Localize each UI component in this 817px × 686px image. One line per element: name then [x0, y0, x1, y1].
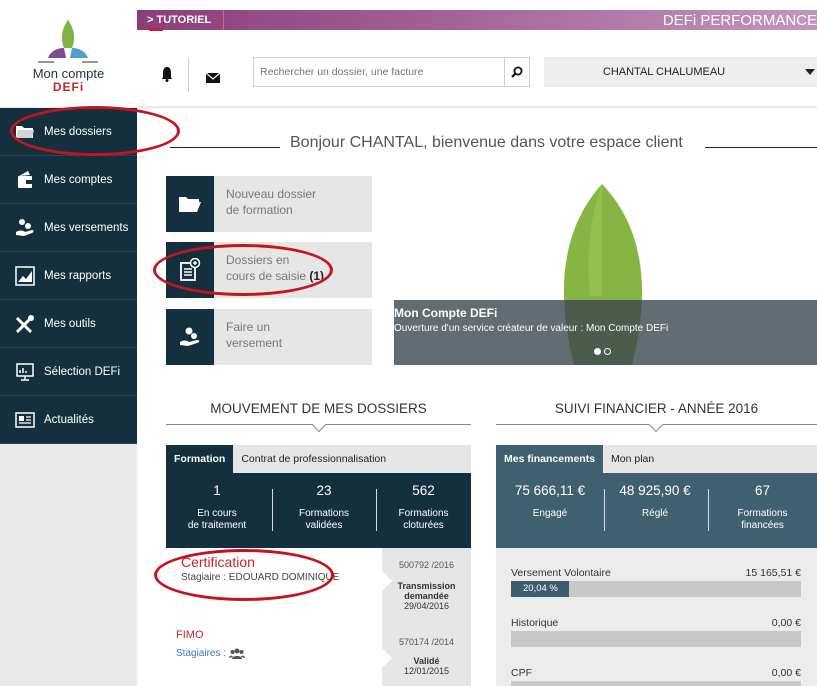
finance-amount: 0,00 €	[771, 617, 801, 629]
tab-formation[interactable]: Formation	[166, 445, 234, 473]
logo[interactable]: Mon compte DEFi	[0, 0, 137, 107]
header-divider	[188, 58, 189, 92]
mail-icon[interactable]	[205, 70, 221, 88]
news-carousel[interactable]: Mon Compte DEFi Ouverture d'un service c…	[394, 176, 817, 365]
document-add-icon	[166, 242, 214, 298]
dossiers-section-notch	[311, 417, 327, 433]
dossiers-stats: 1 En cours de traitement 23 Formations val…	[166, 473, 471, 548]
user-name: CHANTAL CHALUMEAU	[602, 66, 726, 78]
progress-bar	[511, 681, 801, 686]
chart-icon	[14, 265, 36, 287]
dossier-title[interactable]: FIMO	[176, 629, 204, 641]
hand-coins-icon	[166, 309, 214, 365]
search-icon	[511, 66, 523, 78]
banner-subtitle: Ouverture d'un service créateur de valeu…	[394, 323, 669, 334]
dossier-status: Transmission demandée 29/04/2016	[397, 581, 456, 611]
sidebar-menu: Mes dossiers Mes comptes Mes versements …	[0, 108, 137, 444]
finance-amount: 0,00 €	[771, 667, 801, 679]
stat-cloturees[interactable]: 562 Formations cloturées	[376, 473, 471, 548]
dossiers-en-cours-tile[interactable]: Dossiers en cours de saisie (1)	[166, 242, 372, 298]
carousel-dot[interactable]	[604, 348, 611, 355]
tile-label: Dossiers en cours de saisie (1)	[226, 253, 325, 283]
progress-bar: 20,04 %	[511, 581, 801, 597]
search-button[interactable]	[504, 57, 530, 87]
dossier-trainee: Stagiaire : EDOUARD DOMINIQUE	[181, 572, 340, 583]
tools-icon	[14, 313, 36, 335]
tile-label: Faire un versement	[226, 320, 283, 350]
finance-row-versement: Versement Volontaire 15 165,51 €	[511, 567, 801, 579]
logo-subtitle: DEFi	[52, 80, 85, 94]
tab-mes-financements[interactable]: Mes financements	[496, 445, 604, 473]
top-band: > TUTORIEL DEFi PERFORMANCE	[137, 10, 817, 31]
tab-mon-plan[interactable]: Mon plan	[603, 445, 662, 473]
search-input[interactable]	[253, 57, 505, 87]
sidebar-item-actualites[interactable]: Actualités	[0, 396, 137, 444]
sidebar-item-label: Mes rapports	[44, 269, 112, 282]
banner-title: Mon Compte DEFi	[394, 306, 498, 320]
dossier-status: Validé 12/01/2015	[403, 656, 450, 676]
finance-row-cpf: CPF 0,00 €	[511, 667, 801, 679]
presentation-icon	[14, 361, 36, 383]
sidebar-item-label: Actualités	[44, 413, 94, 426]
sidebar-item-label: Mes versements	[44, 221, 129, 234]
chevron-down-icon	[805, 69, 815, 75]
folder-open-icon	[166, 176, 214, 232]
sidebar-item-selection-defi[interactable]: Sélection DEFi	[0, 348, 137, 396]
sidebar: Mon compte DEFi Mes dossiers Mes comptes…	[0, 0, 137, 686]
logo-title: Mon compte	[32, 66, 105, 81]
dossier-trainee: Stagiaires :	[176, 648, 246, 659]
new-dossier-tile[interactable]: Nouveau dossier de formation	[166, 176, 372, 232]
folder-icon	[14, 121, 36, 143]
dossiers-section-title: MOUVEMENT DE MES DOSSIERS	[210, 401, 427, 416]
brand-title: DEFi PERFORMANCE	[662, 12, 817, 29]
dossier-title[interactable]: Certification	[181, 554, 255, 570]
tutorial-underline	[149, 28, 163, 31]
dossier-reference: 500792 /2016	[398, 560, 455, 570]
tab-contrat-pro[interactable]: Contrat de professionnalisation	[233, 445, 394, 473]
users-icon[interactable]	[229, 648, 246, 659]
banner-caption: Mon Compte DEFi Ouverture d'un service c…	[394, 300, 817, 365]
welcome-rule-left	[170, 147, 280, 148]
dossier-reference: 570174 /2014	[398, 637, 455, 647]
sidebar-item-mes-rapports[interactable]: Mes rapports	[0, 252, 137, 300]
logo-mark-icon	[38, 20, 98, 63]
finance-tabs: Mes financements Mon plan	[496, 445, 662, 473]
stat-en-cours[interactable]: 1 En cours de traitement	[166, 473, 268, 548]
stat-validees[interactable]: 23 Formations validées	[272, 473, 376, 548]
welcome-rule-right	[705, 147, 817, 148]
sidebar-item-mes-dossiers[interactable]: Mes dossiers	[0, 108, 137, 156]
carousel-dot-active[interactable]	[594, 348, 601, 355]
sidebar-item-mes-versements[interactable]: Mes versements	[0, 204, 137, 252]
newspaper-icon	[14, 409, 36, 431]
sidebar-item-label: Mes dossiers	[44, 125, 112, 138]
wallet-icon	[14, 169, 36, 191]
header-shadow	[137, 106, 817, 110]
welcome-message: Bonjour CHANTAL, bienvenue dans votre es…	[290, 134, 683, 151]
stat-regle[interactable]: 48 925,90 € Réglé	[604, 473, 706, 548]
stat-engage[interactable]: 75 666,11 € Engagé	[496, 473, 604, 548]
finance-section-title: SUIVI FINANCIER - ANNÉE 2016	[554, 401, 759, 416]
sidebar-item-mes-outils[interactable]: Mes outils	[0, 300, 137, 348]
bell-icon[interactable]	[162, 66, 172, 87]
finance-stats: 75 666,11 € Engagé 48 925,90 € Réglé 67 …	[496, 473, 817, 548]
sidebar-item-label: Sélection DEFi	[44, 365, 121, 378]
sidebar-item-mes-comptes[interactable]: Mes comptes	[0, 156, 137, 204]
stat-formations-financees[interactable]: 67 Formations financées	[708, 473, 817, 548]
tile-label: Nouveau dossier de formation	[226, 187, 317, 217]
finance-row-historique: Historique 0,00 €	[511, 617, 801, 629]
sidebar-item-label: Mes comptes	[44, 173, 113, 186]
dossiers-count: (1)	[309, 269, 325, 283]
faire-versement-tile[interactable]: Faire un versement	[166, 309, 372, 365]
dossiers-tabs: Formation Contrat de professionnalisatio…	[166, 445, 394, 473]
progress-bar	[511, 631, 801, 647]
hand-coins-icon	[14, 217, 36, 239]
user-menu[interactable]: CHANTAL CHALUMEAU	[544, 57, 817, 87]
finance-amount: 15 165,51 €	[745, 567, 801, 579]
sidebar-item-label: Mes outils	[44, 317, 96, 330]
progress-fill: 20,04 %	[511, 581, 570, 597]
tutorial-link[interactable]: > TUTORIEL	[147, 10, 225, 30]
finance-section-notch	[648, 417, 664, 433]
